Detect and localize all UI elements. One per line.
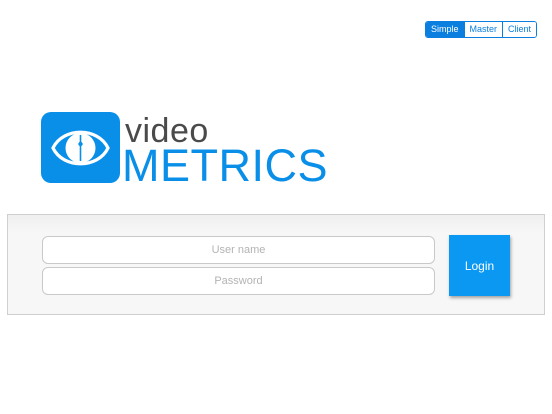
logo-text-metrics: METRICS — [122, 140, 328, 191]
username-input[interactable] — [42, 236, 435, 264]
password-input[interactable] — [42, 267, 435, 295]
login-button[interactable]: Login — [449, 235, 510, 296]
mode-selector: Simple Master Client — [425, 21, 538, 38]
mode-client-button[interactable]: Client — [502, 22, 537, 37]
logo-mark — [41, 112, 120, 183]
mode-simple-button[interactable]: Simple — [426, 22, 464, 37]
login-panel: Login — [7, 214, 545, 315]
eye-icon — [51, 130, 110, 166]
mode-master-button[interactable]: Master — [463, 22, 503, 37]
